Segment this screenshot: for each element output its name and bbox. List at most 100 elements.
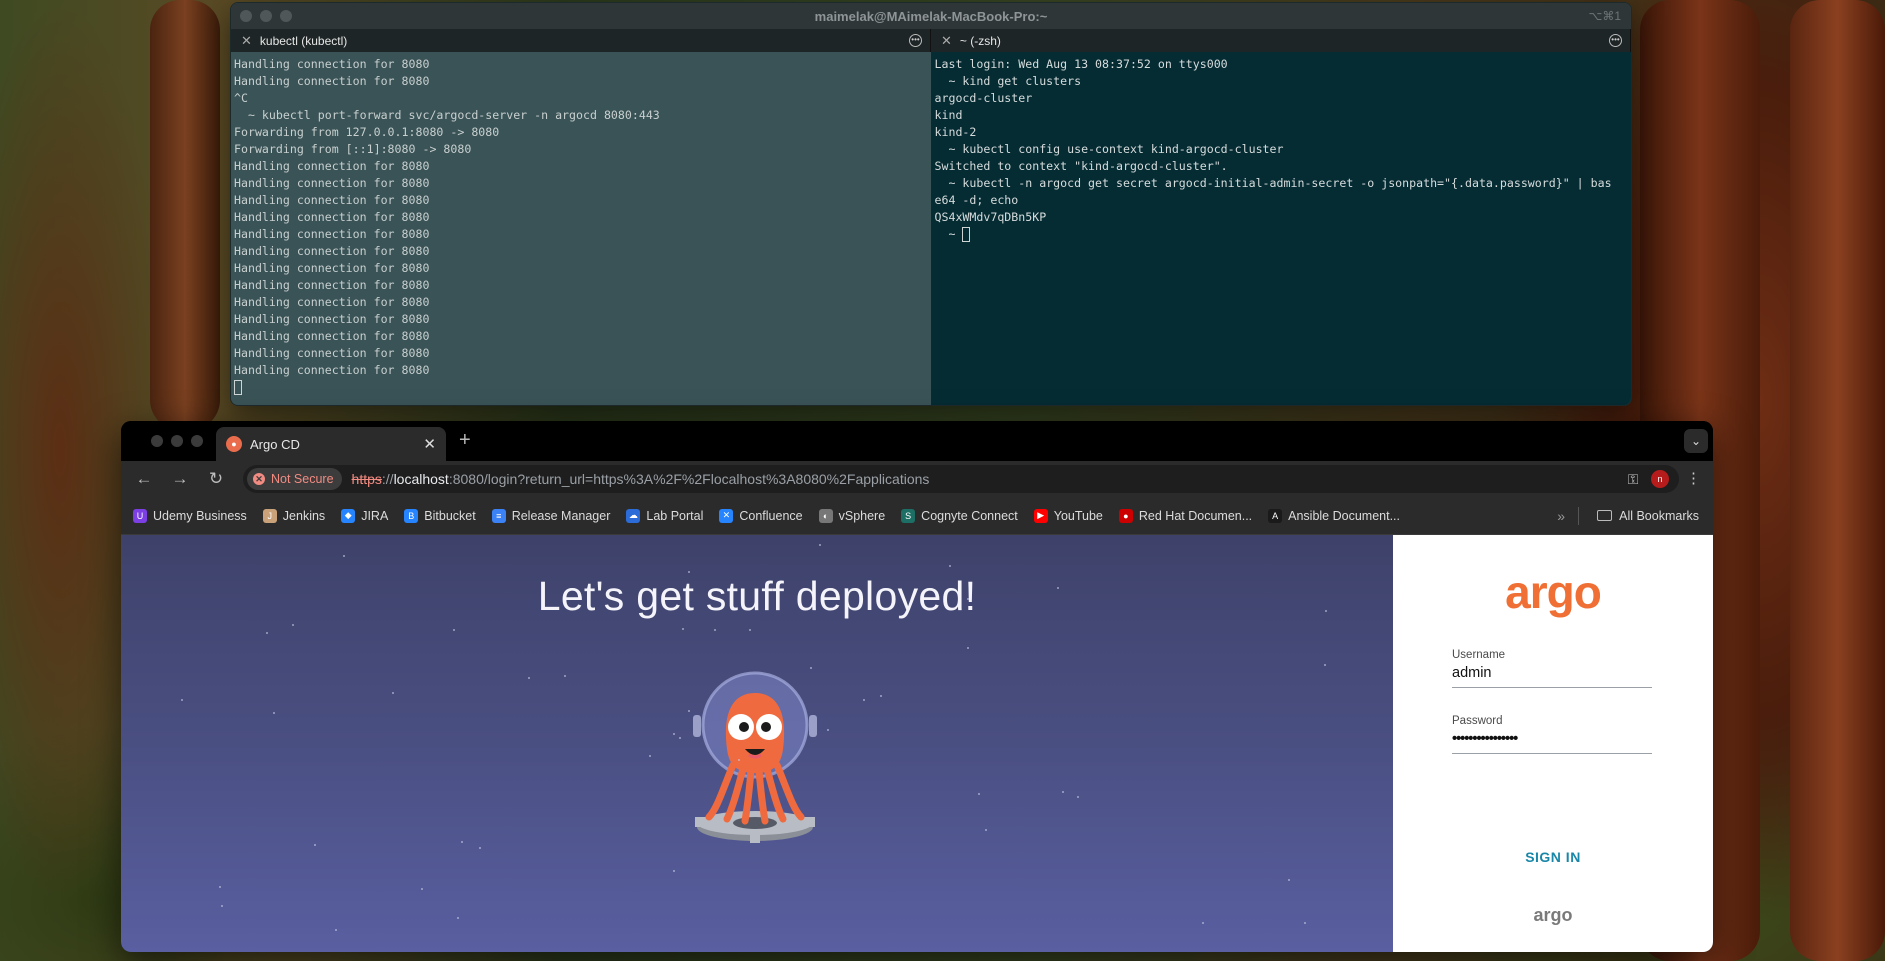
bookmark-favicon-icon: J — [262, 508, 277, 523]
url-text[interactable]: https://localhost:8080/login?return_url=… — [352, 471, 930, 487]
star-decoration — [649, 755, 651, 757]
bookmark-favicon-icon: A — [1268, 508, 1283, 523]
terminal-line: Handling connection for 8080 — [234, 329, 430, 343]
terminal-line: Forwarding from [::1]:8080 -> 8080 — [234, 142, 472, 156]
bookmark-item[interactable]: ≡ Release Manager — [491, 508, 611, 523]
terminal-window: maimelak@MAimelak-MacBook-Pro:~ ⌥⌘1 ✕ ku… — [230, 2, 1632, 406]
close-window-button[interactable] — [151, 435, 163, 447]
bookmarks-overflow-icon[interactable]: » — [1557, 508, 1565, 524]
password-field[interactable]: Password •••••••••••••••• — [1452, 715, 1652, 754]
terminal-line: ^C — [234, 91, 248, 105]
bookmark-label: Jenkins — [282, 508, 326, 523]
terminal-line: Handling connection for 8080 — [234, 227, 430, 241]
terminal-cursor — [234, 380, 242, 395]
terminal-tab-kubectl[interactable]: ✕ kubectl (kubectl) ••• — [231, 29, 931, 52]
star-decoration — [392, 692, 394, 694]
terminal-pane-left[interactable]: Handling connection for 8080 Handling con… — [231, 52, 932, 405]
back-arrow-icon[interactable]: ← — [126, 469, 162, 489]
star-decoration — [967, 647, 969, 649]
terminal-titlebar: maimelak@MAimelak-MacBook-Pro:~ ⌥⌘1 — [231, 3, 1631, 29]
bookmark-label: Cognyte Connect — [921, 508, 1018, 523]
zoom-window-button[interactable] — [191, 435, 203, 447]
tab-search-chevron-icon[interactable]: ⌄ — [1684, 429, 1708, 453]
terminal-line: kind-2 — [934, 125, 977, 139]
argo-octopus-mascot-icon — [693, 671, 817, 843]
bookmark-label: Lab Portal — [646, 508, 704, 523]
star-decoration — [1057, 587, 1059, 589]
address-bar[interactable]: ✕ Not Secure https://localhost:8080/logi… — [243, 465, 1679, 493]
more-options-icon[interactable]: ••• — [909, 34, 922, 47]
star-decoration — [749, 629, 751, 631]
hero-panel: Let's get stuff deployed! — [121, 535, 1393, 952]
star-decoration — [978, 793, 980, 795]
bookmark-label: YouTube — [1053, 508, 1103, 523]
bookmark-item[interactable]: ☁ Lab Portal — [626, 508, 704, 523]
password-key-icon[interactable]: ⚿ — [1628, 471, 1639, 488]
terminal-line: Handling connection for 8080 — [234, 312, 430, 326]
username-input[interactable]: admin — [1452, 665, 1652, 688]
argo-logo: argo — [1505, 566, 1602, 618]
browser-tab-argocd[interactable]: ● Argo CD ✕ — [216, 427, 446, 461]
bookmark-favicon-icon: ◐ — [818, 508, 833, 523]
bookmark-item[interactable]: S Cognyte Connect — [901, 508, 1018, 523]
terminal-tab-zsh[interactable]: ✕ ~ (-zsh) ••• — [931, 29, 1631, 52]
all-bookmarks-button[interactable]: All Bookmarks — [1597, 509, 1699, 523]
bookmark-label: Udemy Business — [153, 508, 247, 523]
bookmark-label: Red Hat Documen... — [1138, 508, 1253, 523]
bookmark-item[interactable]: ✕ Confluence — [719, 508, 803, 523]
url-scheme: https — [351, 471, 382, 487]
bookmark-favicon-icon: ✕ — [719, 508, 734, 523]
profile-avatar[interactable]: n — [1651, 470, 1669, 488]
bookmark-favicon-icon: U — [133, 508, 147, 523]
browser-menu-icon[interactable]: ⋮ — [1686, 469, 1701, 487]
terminal-pane-right[interactable]: Last login: Wed Aug 13 08:37:52 on ttys0… — [931, 52, 1631, 405]
star-decoration — [863, 699, 865, 701]
bookmark-label: Ansible Document... — [1288, 508, 1400, 523]
url-separator: :// — [381, 471, 394, 487]
star-decoration — [827, 729, 829, 731]
star-decoration — [1288, 879, 1290, 881]
username-field[interactable]: Username admin — [1452, 649, 1652, 688]
argo-favicon-icon: ● — [226, 436, 242, 452]
star-decoration — [967, 598, 969, 600]
terminal-cursor — [962, 227, 971, 242]
terminal-line: ~ kubectl -n argocd get secret argocd-in… — [934, 176, 1612, 190]
terminal-line: Handling connection for 8080 — [234, 363, 430, 377]
bookmark-item[interactable]: B Bitbucket — [404, 508, 476, 523]
minimize-window-button[interactable] — [171, 435, 183, 447]
star-decoration — [810, 667, 812, 669]
bookmark-favicon-icon: ● — [1118, 508, 1133, 523]
star-decoration — [457, 917, 459, 919]
password-input[interactable]: •••••••••••••••• — [1452, 731, 1652, 754]
new-tab-icon[interactable]: + — [459, 429, 471, 452]
bookmark-item[interactable]: ▶ YouTube — [1033, 508, 1103, 523]
terminal-line: Forwarding from 127.0.0.1:8080 -> 8080 — [234, 125, 500, 139]
star-decoration — [688, 710, 690, 712]
forward-arrow-icon[interactable]: → — [162, 469, 198, 489]
window-controls — [151, 435, 203, 447]
star-decoration — [819, 544, 821, 546]
star-decoration — [273, 712, 275, 714]
star-decoration — [673, 733, 675, 735]
terminal-line: Handling connection for 8080 — [234, 261, 430, 275]
bookmark-item[interactable]: ● Red Hat Documen... — [1118, 508, 1253, 523]
username-label: Username — [1452, 649, 1506, 661]
bookmark-item[interactable]: J Jenkins — [262, 508, 326, 523]
terminal-line: QS4xWMdv7qDBn5KP — [934, 210, 1047, 224]
folder-icon — [1597, 510, 1613, 521]
more-options-icon[interactable]: ••• — [1609, 34, 1622, 47]
close-tab-icon[interactable]: ✕ — [241, 33, 252, 49]
reload-icon[interactable]: ↻ — [198, 469, 234, 489]
bookmark-item[interactable]: U Udemy Business — [133, 508, 247, 523]
sign-in-button[interactable]: SIGN IN — [1393, 849, 1713, 865]
star-decoration — [219, 886, 221, 888]
bookmark-item[interactable]: ◆ JIRA — [341, 508, 388, 523]
security-indicator[interactable]: ✕ Not Secure — [247, 468, 342, 490]
close-tab-icon[interactable]: ✕ — [941, 33, 952, 49]
argocd-login-page: Let's get stuff deployed! argo Username … — [121, 535, 1713, 952]
bookmark-item[interactable]: A Ansible Document... — [1268, 508, 1400, 523]
bookmark-item[interactable]: ◐ vSphere — [818, 508, 885, 523]
close-tab-icon[interactable]: ✕ — [423, 435, 436, 453]
star-decoration — [1325, 610, 1327, 612]
bookmark-label: Release Manager — [511, 508, 611, 523]
